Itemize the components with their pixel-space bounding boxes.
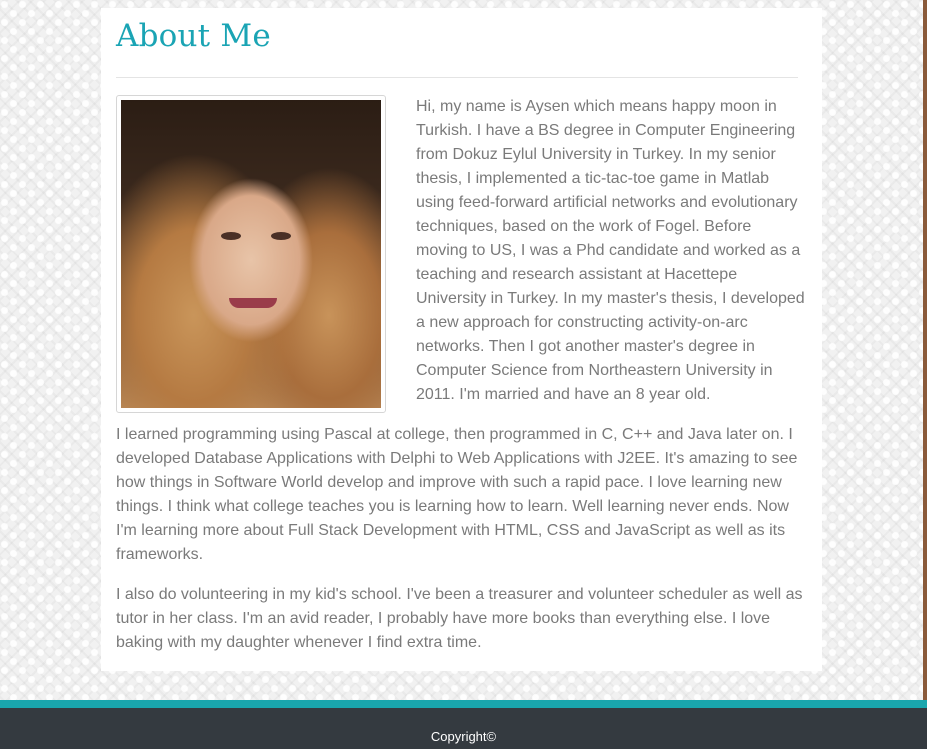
about-paragraph-intro: Hi, my name is Aysen which means happy m…: [416, 98, 805, 403]
about-paragraph-programming: I learned programming using Pascal at co…: [116, 426, 798, 563]
copyright-text: Copyright©: [430, 729, 497, 744]
photo-eye-left: [221, 232, 241, 240]
photo-mouth: [229, 298, 277, 308]
page-edge-strip: [923, 0, 927, 700]
footer-accent-stripe: [0, 700, 927, 708]
title-divider: [116, 77, 798, 78]
photo-eye-right: [271, 232, 291, 240]
about-card: About Me Hi, my name is Aysen which mean…: [101, 8, 822, 671]
profile-photo: [121, 100, 381, 408]
profile-photo-frame: [116, 95, 386, 413]
about-paragraph-volunteering: I also do volunteering in my kid's schoo…: [116, 586, 803, 651]
page-title: About Me: [116, 18, 271, 54]
site-footer: Copyright©: [0, 708, 927, 749]
